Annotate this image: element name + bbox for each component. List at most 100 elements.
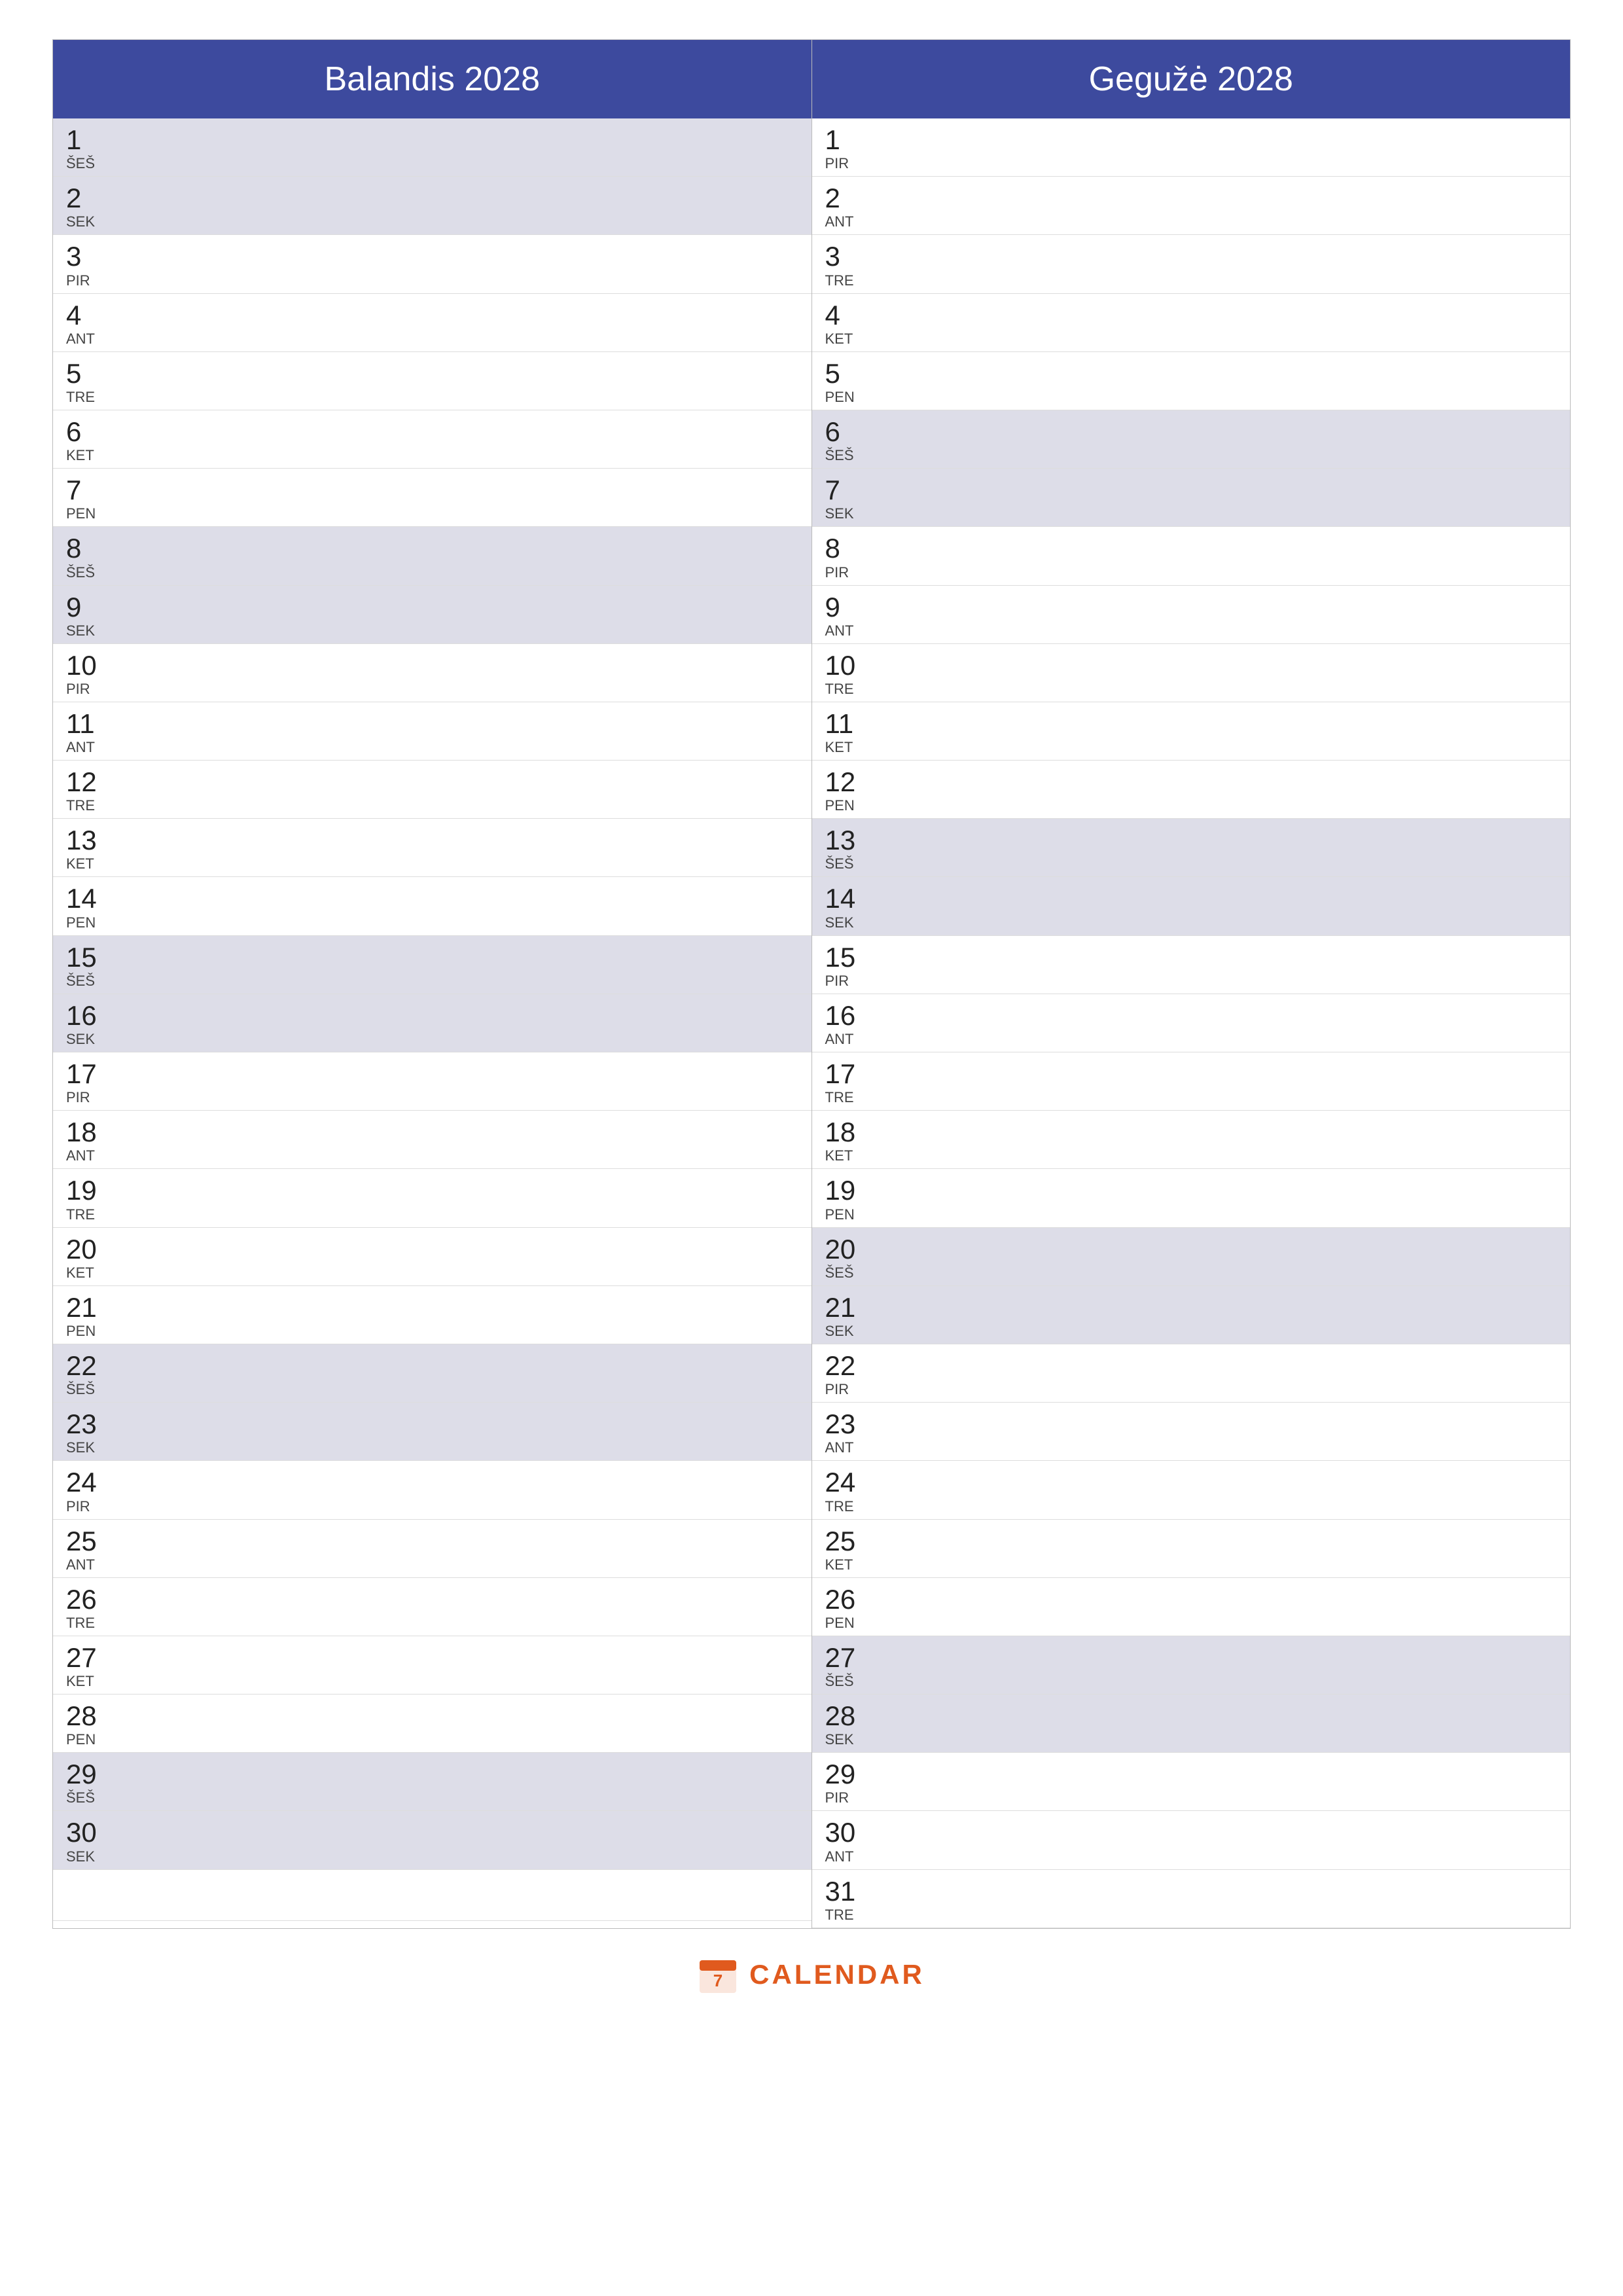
day-number: 30 bbox=[66, 1818, 112, 1848]
day-number: 27 bbox=[825, 1643, 871, 1673]
day-name: KET bbox=[825, 1149, 871, 1163]
day-number: 4 bbox=[66, 300, 112, 331]
calendar-container: Balandis 2028Gegužė 2028 1ŠEŠ2SEK3PIR4AN… bbox=[52, 39, 1571, 1929]
day-info: 6ŠEŠ bbox=[825, 417, 871, 463]
day-number: 5 bbox=[825, 359, 871, 389]
day-name: SEK bbox=[825, 916, 871, 930]
day-row: 14 SEK bbox=[812, 877, 1571, 935]
day-info: 21SEK bbox=[825, 1293, 871, 1338]
month-col-0: 1ŠEŠ2SEK3PIR4ANT5TRE6KET7PEN8ŠEŠ9SEK10PI… bbox=[53, 118, 812, 1928]
day-name: PEN bbox=[66, 507, 112, 521]
day-info: 14 PEN bbox=[66, 884, 112, 929]
footer: 7 CALENDAR bbox=[52, 1929, 1571, 2020]
day-info: 3 PIR bbox=[66, 242, 112, 287]
day-name: PIR bbox=[66, 682, 112, 696]
day-name: KET bbox=[825, 1558, 871, 1572]
day-name: ŠEŠ bbox=[825, 448, 871, 463]
day-number: 22 bbox=[66, 1351, 112, 1381]
day-info: 12TRE bbox=[66, 767, 112, 813]
day-row: 2ANT bbox=[812, 177, 1571, 235]
day-number: 14 bbox=[825, 884, 871, 914]
day-info: 12PEN bbox=[825, 767, 871, 813]
day-name: TRE bbox=[66, 390, 112, 404]
day-name: PEN bbox=[66, 1324, 112, 1338]
day-number: 28 bbox=[825, 1701, 871, 1731]
day-row: 7PEN bbox=[53, 469, 812, 527]
day-row: 2SEK bbox=[53, 177, 812, 235]
day-info: 7SEK bbox=[825, 475, 871, 521]
day-number: 11 bbox=[825, 709, 871, 739]
day-row: 5PEN bbox=[812, 352, 1571, 410]
day-info: 9SEK bbox=[66, 592, 112, 638]
day-row: 24PIR bbox=[53, 1461, 812, 1519]
day-name: KET bbox=[825, 332, 871, 346]
day-info: 2SEK bbox=[66, 183, 112, 229]
day-name: ANT bbox=[825, 624, 871, 638]
day-info: 14 SEK bbox=[825, 884, 871, 929]
day-name: KET bbox=[66, 1674, 112, 1689]
day-row: 1PIR bbox=[812, 118, 1571, 177]
day-row: 30 SEK bbox=[53, 1811, 812, 1869]
day-name: ANT bbox=[825, 1850, 871, 1864]
day-info: 25KET bbox=[825, 1526, 871, 1572]
months-body: 1ŠEŠ2SEK3PIR4ANT5TRE6KET7PEN8ŠEŠ9SEK10PI… bbox=[53, 118, 1570, 1928]
day-name: ANT bbox=[66, 740, 112, 755]
day-row: 4KET bbox=[812, 294, 1571, 352]
day-name: PIR bbox=[66, 274, 112, 288]
day-number: 23 bbox=[825, 1409, 871, 1439]
day-info: 18ANT bbox=[66, 1117, 112, 1163]
day-row: 20ŠEŠ bbox=[812, 1228, 1571, 1286]
day-number: 20 bbox=[66, 1234, 112, 1265]
day-info: 8ŠEŠ bbox=[66, 533, 112, 579]
day-number: 7 bbox=[825, 475, 871, 505]
day-row: 8PIR bbox=[812, 527, 1571, 585]
month-header-0: Balandis 2028 bbox=[53, 40, 812, 118]
day-name: ANT bbox=[825, 215, 871, 229]
day-row: 3 PIR bbox=[53, 235, 812, 293]
day-info: 11ANT bbox=[66, 709, 112, 755]
day-number: 14 bbox=[66, 884, 112, 914]
day-name: KET bbox=[66, 1266, 112, 1280]
day-row: 19PEN bbox=[812, 1169, 1571, 1227]
day-number: 22 bbox=[825, 1351, 871, 1381]
day-number: 3 bbox=[66, 242, 112, 272]
day-number: 1 bbox=[66, 125, 112, 155]
day-name: TRE bbox=[825, 1499, 871, 1514]
day-info: 23ANT bbox=[825, 1409, 871, 1455]
day-name: SEK bbox=[66, 624, 112, 638]
day-info: 15PIR bbox=[825, 942, 871, 988]
day-row: 28PEN bbox=[53, 1695, 812, 1753]
day-number: 24 bbox=[66, 1467, 112, 1498]
day-row: 25ANT bbox=[53, 1520, 812, 1578]
day-info: 11KET bbox=[825, 709, 871, 755]
day-info: 18KET bbox=[825, 1117, 871, 1163]
day-row: 20KET bbox=[53, 1228, 812, 1286]
day-row: 4ANT bbox=[53, 294, 812, 352]
day-number: 20 bbox=[825, 1234, 871, 1265]
day-row-empty bbox=[53, 1870, 812, 1921]
day-info: 20KET bbox=[66, 1234, 112, 1280]
day-name: PIR bbox=[66, 1499, 112, 1514]
day-name: PEN bbox=[66, 916, 112, 930]
day-name: ŠEŠ bbox=[825, 857, 871, 871]
day-info: 22PIR bbox=[825, 1351, 871, 1397]
day-info: 19TRE bbox=[66, 1175, 112, 1221]
day-name: KET bbox=[825, 740, 871, 755]
day-row: 14 PEN bbox=[53, 877, 812, 935]
day-number: 21 bbox=[825, 1293, 871, 1323]
day-number: 8 bbox=[825, 533, 871, 564]
day-number: 27 bbox=[66, 1643, 112, 1673]
day-info: 23SEK bbox=[66, 1409, 112, 1455]
day-row: 30ANT bbox=[812, 1811, 1571, 1869]
day-row: 27ŠEŠ bbox=[812, 1636, 1571, 1695]
day-name: SEK bbox=[66, 215, 112, 229]
day-info: 29ŠEŠ bbox=[66, 1759, 112, 1805]
day-name: PIR bbox=[825, 1791, 871, 1805]
day-number: 16 bbox=[825, 1001, 871, 1031]
day-row: 22PIR bbox=[812, 1344, 1571, 1403]
day-row: 22ŠEŠ bbox=[53, 1344, 812, 1403]
day-number: 16 bbox=[66, 1001, 112, 1031]
day-number: 29 bbox=[825, 1759, 871, 1789]
day-row: 21SEK bbox=[812, 1286, 1571, 1344]
day-name: SEK bbox=[66, 1850, 112, 1864]
